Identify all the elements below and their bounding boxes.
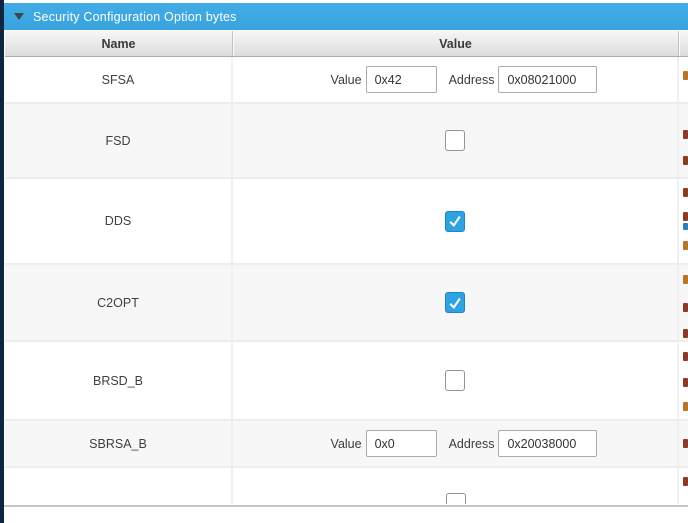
dds-checkbox[interactable] [445,210,465,232]
sfsa-address-input[interactable] [498,66,598,93]
sfsa-value-input[interactable] [365,66,437,93]
fsd-checkbox[interactable] [445,130,465,151]
option-name-label: SFSA [5,57,233,102]
option-name-label: SBRSA_B [5,421,233,466]
clipped-text-fragment [683,402,688,411]
value-label: Value [330,72,362,87]
section-title: Security Configuration Option bytes [33,9,237,24]
truncated-description-cell [679,421,688,466]
option-bytes-table: Name Value SFSA Value Address FSD [5,31,688,504]
truncated-description-cell [679,342,688,419]
truncated-description-cell [679,57,688,102]
clipped-text-fragment [683,352,688,361]
clipped-text-fragment [683,188,688,197]
option-name-label: FSD [5,104,233,177]
option-value-cell [233,342,679,419]
truncated-description-cell [679,265,688,340]
table-row [5,468,688,504]
address-label: Address [448,436,495,451]
option-value-cell [233,468,679,504]
table-row: SBRSA_B Value Address [5,421,688,468]
sbrsa-b-address-input[interactable] [498,430,598,457]
window-edge [0,0,4,523]
security-configuration-panel: Security Configuration Option bytes Name… [0,0,688,523]
clipped-text-fragment [683,71,688,80]
partial-row-checkbox[interactable] [446,493,466,504]
truncated-description-cell [679,468,688,504]
table-row: BRSD_B [5,342,688,421]
value-label: Value [330,436,362,451]
clipped-text-fragment [683,477,688,486]
option-value-cell [233,104,679,177]
truncated-description-cell [679,104,688,177]
column-header-truncated [679,31,688,56]
table-row: DDS [5,179,688,265]
clipped-text-fragment [683,303,688,312]
table-row: C2OPT [5,265,688,342]
c2opt-checkbox[interactable] [445,292,465,313]
option-name-label: DDS [5,179,233,263]
option-name-label: C2OPT [5,265,233,340]
clipped-text-fragment [683,223,688,230]
column-header-value: Value [233,31,679,56]
clipped-text-fragment [683,212,688,221]
option-value-cell: Value Address [233,421,679,466]
option-value-cell: Value Address [233,57,679,102]
table-header-row: Name Value [5,31,688,57]
option-name-label: BRSD_B [5,342,233,419]
clipped-text-fragment [683,439,688,448]
empty-area [4,507,688,523]
brsd-b-checkbox[interactable] [445,370,465,391]
column-header-name: Name [5,31,233,56]
option-value-cell [233,265,679,340]
option-name-label [5,468,233,504]
option-value-cell [233,179,679,263]
table-row: FSD [5,104,688,179]
table-row: SFSA Value Address [5,57,688,104]
truncated-description-cell [679,179,688,263]
clipped-text-fragment [683,156,688,165]
collapse-triangle-icon [14,13,24,20]
address-label: Address [448,72,495,87]
clipped-text-fragment [683,378,688,387]
section-header-security-configuration[interactable]: Security Configuration Option bytes [4,3,688,30]
sbrsa-b-value-input[interactable] [365,430,437,457]
clipped-text-fragment [683,275,688,284]
clipped-text-fragment [683,241,688,250]
clipped-text-fragment [683,329,688,338]
clipped-text-fragment [683,130,688,139]
